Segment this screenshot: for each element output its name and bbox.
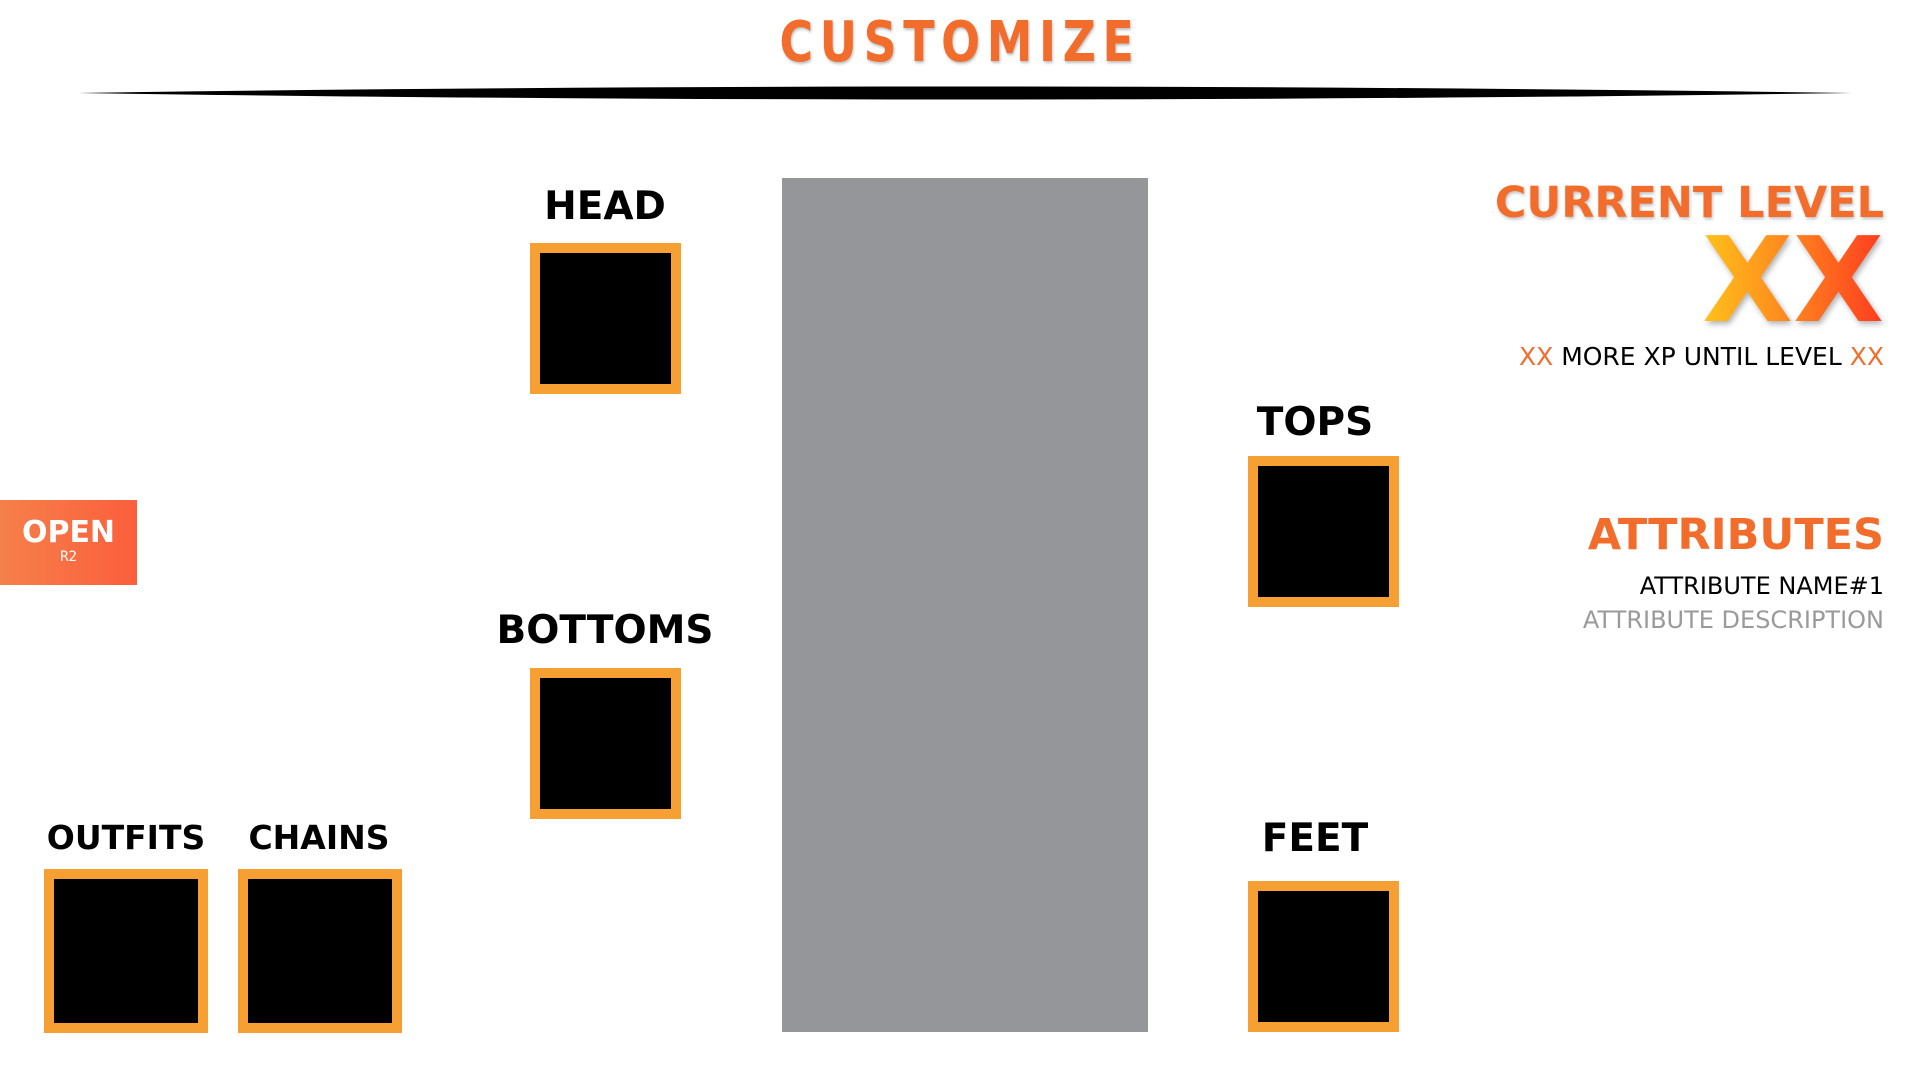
xp-progress-text: XX MORE XP UNTIL LEVEL XX: [1519, 342, 1884, 371]
slot-head[interactable]: [530, 243, 681, 394]
open-button-label: OPEN: [21, 515, 116, 550]
slot-label-feet: FEET: [1261, 816, 1369, 861]
slot-label-chains: CHAINS: [248, 818, 390, 857]
slot-feet[interactable]: [1248, 881, 1399, 1032]
slot-label-outfits: OUTFITS: [46, 818, 206, 857]
slot-outfits[interactable]: [44, 869, 208, 1033]
slot-bottoms[interactable]: [530, 668, 681, 819]
slot-chains[interactable]: [238, 869, 402, 1033]
customize-screen: CUSTOMIZE HEAD BOTTOMS TOPS FEET OUTFITS…: [0, 0, 1920, 1080]
xp-remaining: XX: [1518, 342, 1554, 371]
xp-text: MORE XP UNTIL LEVEL: [1561, 342, 1842, 371]
attribute-description: ATTRIBUTE DESCRIPTION: [1582, 606, 1884, 634]
open-button[interactable]: OPEN R2: [0, 500, 137, 585]
character-preview[interactable]: [782, 178, 1148, 1032]
next-level: XX: [1849, 342, 1884, 371]
level-panel: CURRENT LEVEL XX XX MORE XP UNTIL LEVEL …: [1324, 0, 1884, 700]
slot-label-bottoms: BOTTOMS: [496, 608, 714, 653]
r2-key-hint: R2: [60, 549, 77, 565]
slot-label-head: HEAD: [544, 184, 666, 229]
current-level-value: XX: [1702, 211, 1884, 349]
attribute-name: ATTRIBUTE NAME#1: [1639, 572, 1884, 600]
attributes-heading: ATTRIBUTES: [1587, 510, 1884, 560]
